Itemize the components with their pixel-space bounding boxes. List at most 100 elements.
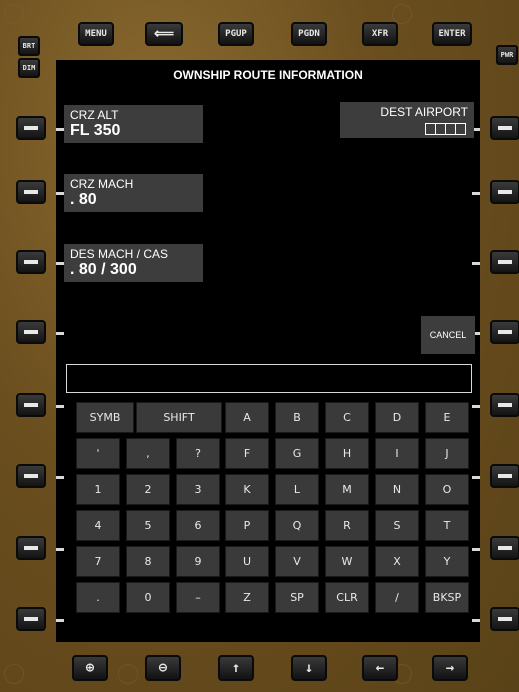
key-s[interactable]: S: [375, 510, 419, 541]
zoom-out-icon[interactable]: ⊖: [145, 655, 181, 681]
key-2[interactable]: 2: [126, 474, 170, 505]
scratchpad-input[interactable]: [66, 364, 472, 393]
cruise-altitude-field[interactable]: CRZ ALT FL 350: [64, 105, 203, 143]
key-u[interactable]: U: [225, 546, 269, 577]
key-0[interactable]: 0: [126, 582, 170, 613]
key-h[interactable]: H: [325, 438, 369, 469]
lsk-right-8[interactable]: [490, 607, 519, 631]
key-dash[interactable]: –: [176, 582, 220, 613]
lsk-right-7[interactable]: [490, 536, 519, 560]
key-7[interactable]: 7: [76, 546, 120, 577]
lsk-left-4[interactable]: [16, 320, 46, 344]
key-period[interactable]: .: [76, 582, 120, 613]
key-6[interactable]: 6: [176, 510, 220, 541]
key-v[interactable]: V: [275, 546, 319, 577]
lsk-left-1[interactable]: [16, 116, 46, 140]
arrow-up-icon[interactable]: ↑: [218, 655, 254, 681]
arrow-down-icon[interactable]: ↓: [291, 655, 327, 681]
key-g[interactable]: G: [275, 438, 319, 469]
key-o[interactable]: O: [425, 474, 469, 505]
cruise-mach-field[interactable]: CRZ MACH . 80: [64, 174, 203, 212]
field-label: DES MACH / CAS: [70, 247, 169, 261]
menu-key[interactable]: MENU: [78, 22, 114, 46]
key-comma[interactable]: ,: [126, 438, 170, 469]
lsk-left-8[interactable]: [16, 607, 46, 631]
lsk-right-5[interactable]: [490, 393, 519, 417]
descent-mach-cas-field[interactable]: DES MACH / CAS . 80 / 300: [64, 244, 203, 282]
lsk-right-6[interactable]: [490, 464, 519, 488]
key-l[interactable]: L: [275, 474, 319, 505]
key-y[interactable]: Y: [425, 546, 469, 577]
lsk-tick: [56, 548, 64, 551]
key-e[interactable]: E: [425, 402, 469, 433]
key-d[interactable]: D: [375, 402, 419, 433]
enter-key[interactable]: ENTER: [432, 22, 472, 46]
key-k[interactable]: K: [225, 474, 269, 505]
lsk-tick: [56, 332, 64, 335]
key-apostrophe[interactable]: ': [76, 438, 120, 469]
lsk-left-7[interactable]: [16, 536, 46, 560]
key-z[interactable]: Z: [225, 582, 269, 613]
key-slash[interactable]: /: [375, 582, 419, 613]
key-9[interactable]: 9: [176, 546, 220, 577]
key-backspace[interactable]: BKSP: [425, 582, 469, 613]
transfer-key[interactable]: XFR: [362, 22, 398, 46]
key-shift[interactable]: SHIFT: [136, 402, 222, 433]
arrow-right-icon[interactable]: →: [432, 655, 468, 681]
key-c[interactable]: C: [325, 402, 369, 433]
brightness-key[interactable]: BRT: [18, 36, 40, 56]
key-a[interactable]: A: [225, 402, 269, 433]
key-5[interactable]: 5: [126, 510, 170, 541]
lsk-left-6[interactable]: [16, 464, 46, 488]
key-m[interactable]: M: [325, 474, 369, 505]
screw: [392, 4, 412, 24]
lsk-left-2[interactable]: [16, 180, 46, 204]
key-4[interactable]: 4: [76, 510, 120, 541]
key-n[interactable]: N: [375, 474, 419, 505]
key-question[interactable]: ?: [176, 438, 220, 469]
lsk-tick: [472, 619, 480, 622]
lsk-right-2[interactable]: [490, 180, 519, 204]
lsk-right-1[interactable]: [490, 116, 519, 140]
key-i[interactable]: I: [375, 438, 419, 469]
key-3[interactable]: 3: [176, 474, 220, 505]
key-w[interactable]: W: [325, 546, 369, 577]
key-p[interactable]: P: [225, 510, 269, 541]
screw: [4, 4, 24, 24]
key-space[interactable]: SP: [275, 582, 319, 613]
key-1[interactable]: 1: [76, 474, 120, 505]
key-symb[interactable]: SYMB: [76, 402, 134, 433]
key-x[interactable]: X: [375, 546, 419, 577]
screw: [118, 4, 138, 24]
back-key[interactable]: ⟸: [145, 22, 183, 46]
lsk-tick: [472, 548, 480, 551]
lsk-right-3[interactable]: [490, 250, 519, 274]
lsk-tick: [472, 476, 480, 479]
display-screen: OWNSHIP ROUTE INFORMATION CRZ ALT FL 350…: [56, 60, 480, 642]
key-f[interactable]: F: [225, 438, 269, 469]
field-value: . 80: [70, 191, 97, 208]
key-j[interactable]: J: [425, 438, 469, 469]
lsk-tick: [472, 262, 480, 265]
arrow-left-icon[interactable]: ←: [362, 655, 398, 681]
dim-key[interactable]: DIM: [18, 58, 40, 78]
lsk-right-4[interactable]: [490, 320, 519, 344]
page-down-key[interactable]: PGDN: [291, 22, 327, 46]
lsk-tick: [56, 619, 64, 622]
lsk-left-5[interactable]: [16, 393, 46, 417]
key-clear[interactable]: CLR: [325, 582, 369, 613]
field-label: CRZ MACH: [70, 177, 134, 191]
field-label: DEST AIRPORT: [380, 105, 468, 119]
cancel-button[interactable]: CANCEL: [421, 316, 475, 354]
key-q[interactable]: Q: [275, 510, 319, 541]
zoom-in-icon[interactable]: ⊕: [72, 655, 108, 681]
key-8[interactable]: 8: [126, 546, 170, 577]
key-r[interactable]: R: [325, 510, 369, 541]
key-t[interactable]: T: [425, 510, 469, 541]
lsk-left-3[interactable]: [16, 250, 46, 274]
lsk-tick: [56, 476, 64, 479]
destination-airport-field[interactable]: DEST AIRPORT: [340, 102, 474, 138]
power-key[interactable]: PWR: [496, 45, 518, 65]
key-b[interactable]: B: [275, 402, 319, 433]
page-up-key[interactable]: PGUP: [218, 22, 254, 46]
